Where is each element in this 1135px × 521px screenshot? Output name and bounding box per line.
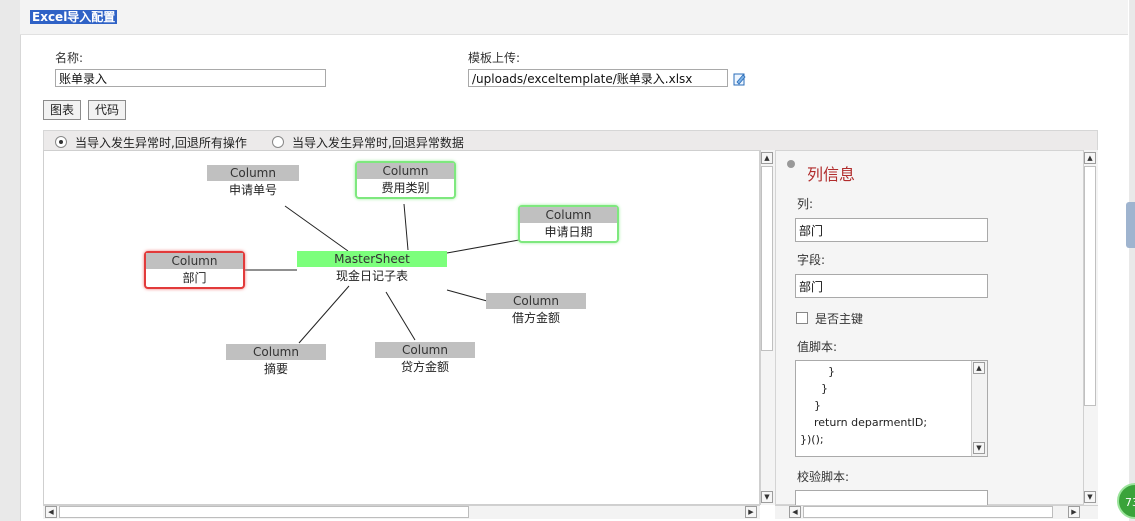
column-node-debit[interactable]: Column 借方金额 [486, 293, 586, 327]
script-scroll-up-icon[interactable]: ▲ [973, 362, 985, 374]
node-header: Column [146, 253, 243, 269]
link-date [446, 239, 520, 254]
scroll-right-icon[interactable]: ▶ [745, 506, 757, 518]
column-node-applyno[interactable]: Column 申请单号 [207, 165, 299, 199]
node-caption: 费用类别 [381, 181, 430, 195]
prop-scroll-right-icon[interactable]: ▶ [1068, 506, 1080, 518]
option-rollback-all-label: 当导入发生异常时,回退所有操作 [75, 136, 247, 150]
tab-code[interactable]: 代码 [88, 100, 127, 120]
node-header: Column [226, 344, 326, 360]
node-caption: 申请单号 [228, 183, 277, 197]
diagram-links [244, 203, 520, 344]
column-node-credit[interactable]: Column 贷方金额 [375, 342, 475, 376]
prop-scroll-down-icon[interactable]: ▼ [1084, 491, 1096, 503]
option-rollback-error-label: 当导入发生异常时,回退异常数据 [292, 136, 464, 150]
node-header: Column [207, 165, 299, 181]
value-script-editor[interactable]: } } } return deparmentID; })(); [795, 360, 988, 457]
properties-hscroll-thumb[interactable] [803, 506, 1053, 518]
field-label: 字段: [797, 253, 826, 267]
column-node-summary[interactable]: Column 摘要 [226, 344, 326, 378]
column-node-date[interactable]: Column 申请日期 [518, 205, 619, 243]
header-strip [20, 0, 1128, 35]
link-applyno [284, 205, 349, 252]
canvas-hscroll-thumb[interactable] [59, 506, 469, 518]
scroll-up-icon[interactable]: ▲ [761, 152, 773, 164]
column-input[interactable]: 部门 [795, 218, 988, 242]
node-header: Column [520, 207, 617, 223]
edit-upload-icon[interactable] [733, 72, 747, 86]
link-debit [446, 289, 488, 302]
column-node-category[interactable]: Column 费用类别 [355, 161, 456, 199]
name-input[interactable]: 账单录入 [55, 69, 326, 87]
template-label: 模板上传: [468, 51, 521, 65]
column-node-dept[interactable]: Column 部门 [144, 251, 245, 289]
link-category [403, 203, 409, 251]
properties-title: 列信息 [807, 165, 856, 184]
template-path-input[interactable]: /uploads/exceltemplate/账单录入.xlsx [468, 69, 728, 87]
node-header: Column [375, 342, 475, 358]
scroll-left-icon[interactable]: ◀ [45, 506, 57, 518]
node-caption: 贷方金额 [400, 360, 449, 374]
master-header: MasterSheet [297, 251, 447, 267]
validate-script-label: 校验脚本: [797, 470, 850, 484]
prop-scroll-left-icon[interactable]: ◀ [789, 506, 801, 518]
option-rollback-error-radio[interactable] [272, 136, 284, 148]
master-sheet-node[interactable]: MasterSheet 现金日记子表 [297, 251, 447, 285]
node-caption: 部门 [182, 271, 207, 285]
validate-script-editor[interactable] [795, 490, 988, 506]
node-caption: 借方金额 [511, 311, 560, 325]
prop-scroll-up-icon[interactable]: ▲ [1084, 152, 1096, 164]
option-rollback-all-radio[interactable] [55, 136, 67, 148]
node-header: Column [486, 293, 586, 309]
field-input[interactable]: 部门 [795, 274, 988, 298]
window-title: Excel导入配置 [30, 10, 118, 24]
tab-diagram[interactable]: 图表 [43, 100, 82, 120]
column-label: 列: [797, 197, 814, 211]
primary-key-label: 是否主键 [815, 312, 864, 326]
primary-key-checkbox[interactable] [796, 312, 808, 324]
properties-vscroll-thumb[interactable] [1084, 166, 1096, 406]
link-summary [298, 285, 350, 344]
side-collapse-tab[interactable] [1126, 202, 1135, 248]
scroll-down-icon[interactable]: ▼ [761, 491, 773, 503]
master-caption: 现金日记子表 [335, 269, 408, 283]
script-scroll-down-icon[interactable]: ▼ [973, 442, 985, 454]
node-caption: 摘要 [263, 362, 288, 376]
collapse-icon[interactable] [787, 160, 795, 168]
canvas-vscroll-thumb[interactable] [761, 166, 773, 351]
value-script-label: 值脚本: [797, 340, 838, 354]
node-header: Column [357, 163, 454, 179]
node-caption: 申请日期 [544, 225, 593, 239]
link-credit [385, 291, 416, 341]
name-label: 名称: [55, 51, 84, 65]
